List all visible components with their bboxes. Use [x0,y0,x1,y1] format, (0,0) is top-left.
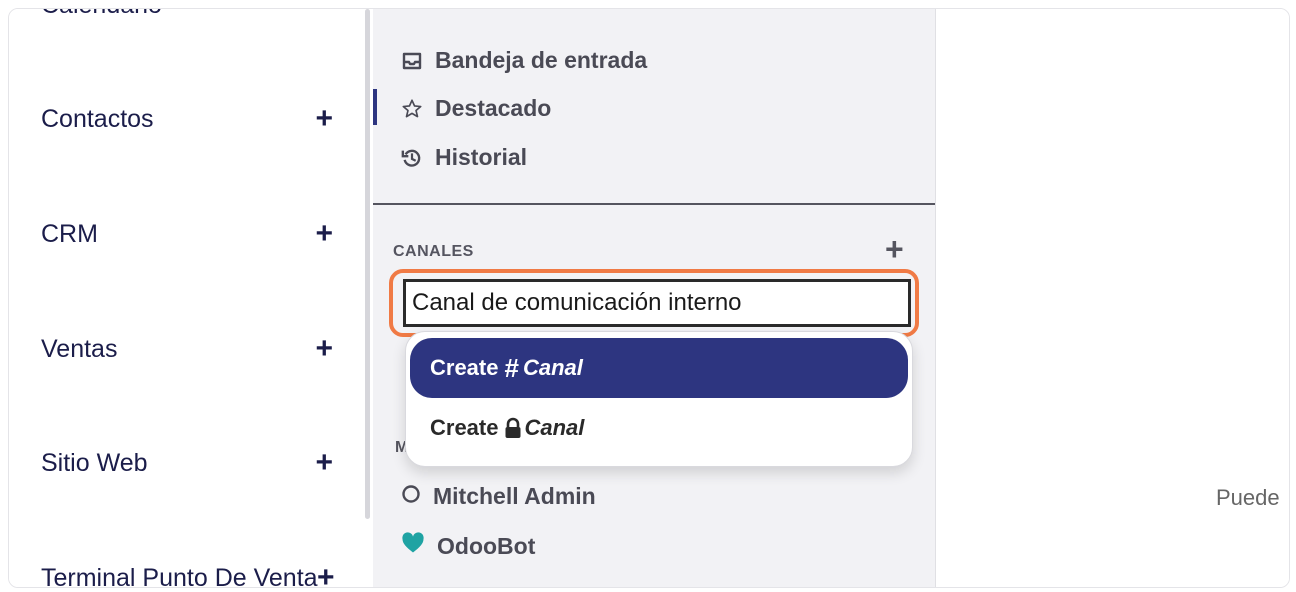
channel-name-input[interactable] [403,279,911,327]
app-item-label: Contactos [41,104,154,133]
app-item-sitio-web[interactable]: Sitio Web + [41,446,341,480]
app-item-label: Terminal Punto De Venta [41,563,318,588]
dm-item-label: Mitchell Admin [433,483,596,509]
app-item-crm[interactable]: CRM + [41,217,341,251]
option-prefix: Create [430,415,499,440]
option-channel-name: Canal [524,415,585,440]
app-item-terminal-punto-de-venta[interactable]: Terminal Punto De Venta + [41,561,371,588]
star-icon [401,98,423,120]
app-item-ventas[interactable]: Ventas + [41,332,341,366]
create-private-channel-option[interactable]: Create Canal [410,398,908,458]
option-channel-name: Canal [522,355,583,380]
dm-item-label: OdooBot [437,532,536,559]
option-prefix: Create [430,355,499,380]
add-channel-button[interactable]: + [885,231,904,268]
nav-item-label: Destacado [435,95,552,121]
apps-menu: Calendario Contactos + CRM + Ventas + Si… [9,9,371,588]
plus-icon[interactable]: + [315,217,333,251]
app-item-calendario[interactable]: Calendario [41,9,162,20]
nav-item-label: Historial [435,144,528,170]
nav-item-bandeja-de-entrada[interactable]: Bandeja de entrada [401,47,647,74]
divider [373,203,935,205]
plus-icon[interactable]: + [317,561,335,587]
discuss-sidebar: Bandeja de entrada Destacado Historial C… [373,9,935,587]
inbox-icon [401,50,423,72]
plus-icon[interactable]: + [315,446,333,480]
dm-item-odoobot[interactable]: OdooBot [401,532,535,560]
app-item-label: Ventas [41,334,118,363]
channel-create-dropdown: Create # Canal Create Canal [405,331,913,467]
hash-icon: # [504,352,519,383]
status-circle-icon [401,483,421,510]
heart-icon [401,532,425,560]
nav-item-destacado[interactable]: Destacado [401,95,551,122]
nav-item-historial[interactable]: Historial [401,144,527,171]
active-indicator [373,89,377,125]
create-public-channel-option[interactable]: Create # Canal [410,338,908,398]
lock-icon [504,417,522,439]
plus-icon[interactable]: + [315,332,333,366]
app-item-contactos[interactable]: Contactos + [41,102,341,136]
channels-section-title: CANALES [393,243,474,260]
window-frame: Calendario Contactos + CRM + Ventas + Si… [8,8,1290,588]
nav-item-label: Bandeja de entrada [435,47,648,73]
app-item-label: CRM [41,219,98,248]
apps-menu-scrollbar[interactable] [365,9,370,519]
history-icon [401,147,423,169]
empty-state-text: Puede [1216,485,1280,510]
main-content: Puede [935,9,1289,587]
app-item-label: Sitio Web [41,448,148,477]
dm-item-mitchell-admin[interactable]: Mitchell Admin [401,483,596,510]
plus-icon[interactable]: + [315,102,333,136]
